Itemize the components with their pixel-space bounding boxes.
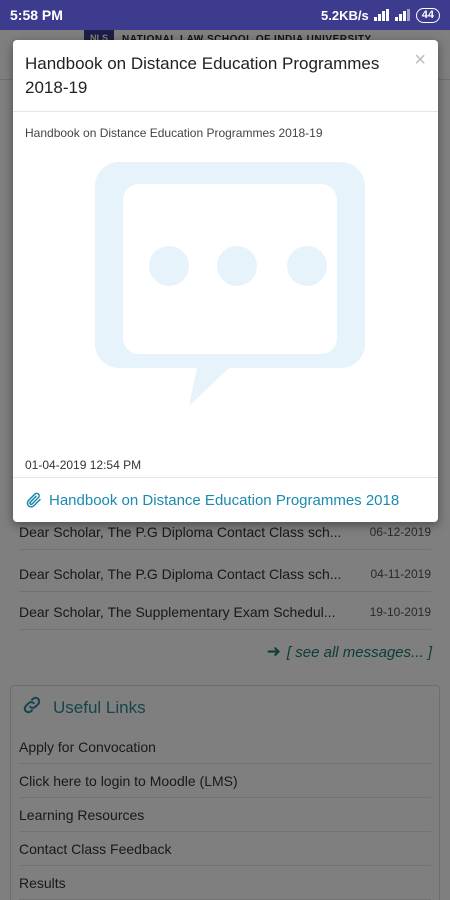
network-speed: 5.2KB/s: [321, 7, 369, 23]
modal-message-subject: Handbook on Distance Education Programme…: [25, 126, 323, 140]
battery-indicator: 44: [415, 7, 440, 23]
status-bar: 5:58 PM 5.2KB/s 44: [0, 0, 450, 30]
attachment-link[interactable]: Handbook on Distance Education Programme…: [13, 477, 438, 522]
signal-icon-2: [394, 9, 411, 21]
modal-timestamp: 01-04-2019 12:54 PM: [25, 458, 142, 472]
close-icon[interactable]: ×: [414, 50, 426, 70]
status-right: 5.2KB/s 44: [321, 7, 440, 23]
chat-bubble-icon: [79, 144, 379, 419]
paperclip-icon: [25, 491, 43, 509]
modal-header: Handbook on Distance Education Programme…: [13, 40, 438, 112]
attachment-label: Handbook on Distance Education Programme…: [49, 491, 400, 509]
message-modal: Handbook on Distance Education Programme…: [13, 40, 438, 522]
modal-title: Handbook on Distance Education Programme…: [25, 54, 380, 97]
signal-icon: [373, 9, 390, 21]
status-time: 5:58 PM: [10, 7, 63, 23]
